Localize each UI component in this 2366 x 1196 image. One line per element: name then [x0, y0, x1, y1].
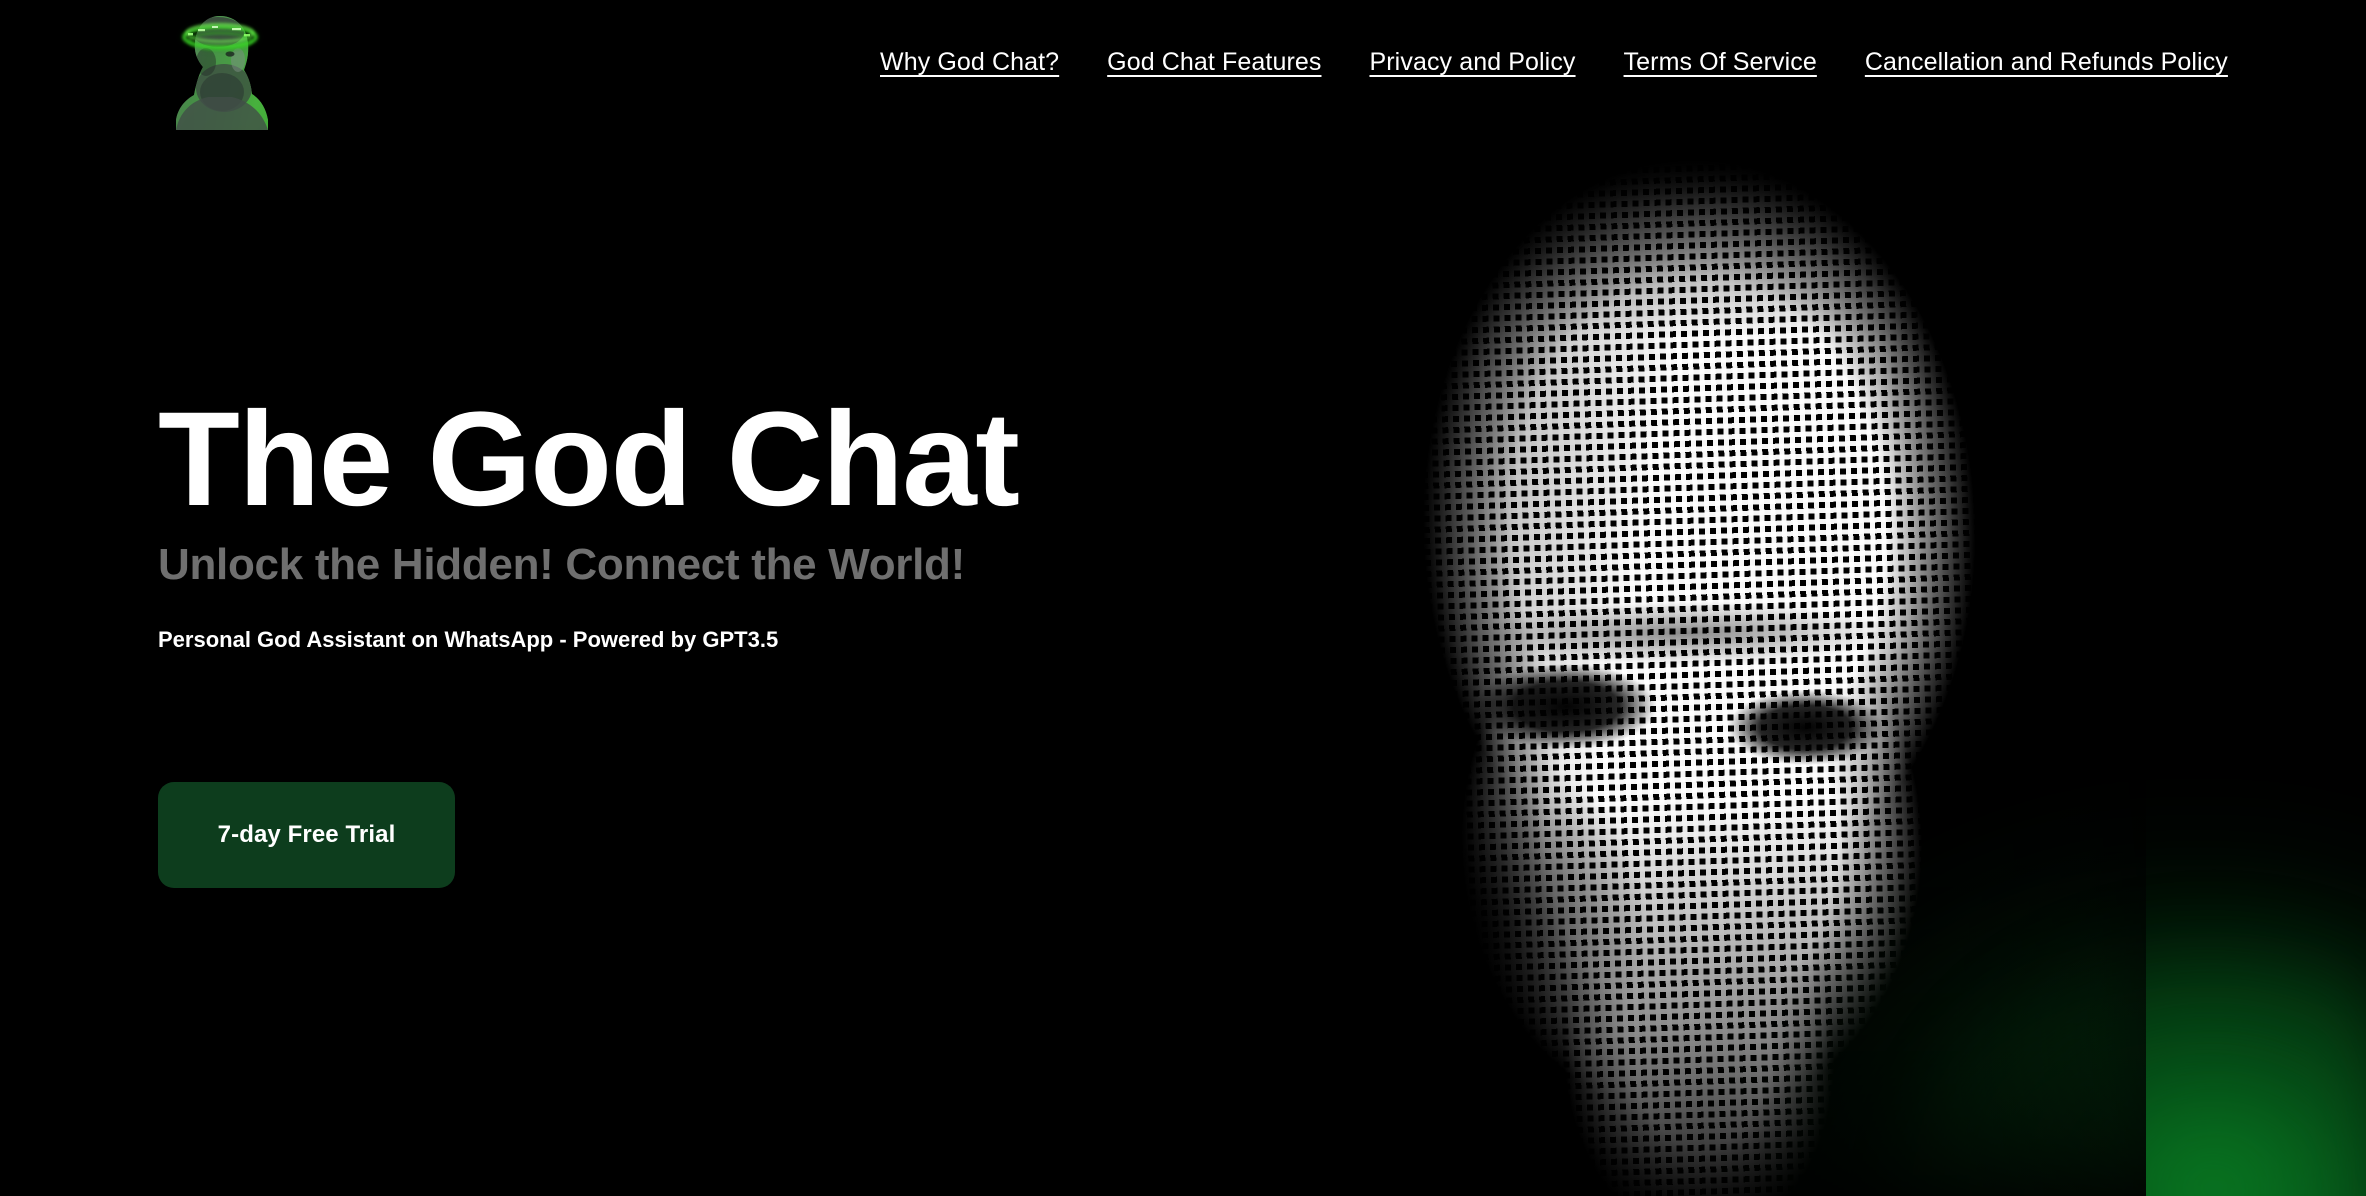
halftone-dot-grid [1207, 134, 2165, 1196]
hero-subtitle: Unlock the Hidden! Connect the World! [158, 539, 965, 589]
brand-logo[interactable] [168, 4, 272, 130]
green-glow [1406, 456, 2366, 1196]
nav-link-terms-of-service[interactable]: Terms Of Service [1624, 48, 1817, 77]
free-trial-button[interactable]: 7-day Free Trial [158, 782, 455, 888]
main-navigation: Why God Chat? God Chat Features Privacy … [880, 48, 2228, 77]
site-header: Why God Chat? God Chat Features Privacy … [0, 0, 2366, 140]
nav-link-privacy-and-policy[interactable]: Privacy and Policy [1369, 48, 1575, 77]
page-title: The God Chat [158, 385, 1020, 534]
green-glow-inner [1606, 676, 2366, 1196]
hero-tagline: Personal God Assistant on WhatsApp - Pow… [158, 627, 779, 653]
nav-link-why-god-chat[interactable]: Why God Chat? [880, 48, 1059, 77]
hero-section: The God Chat Unlock the Hidden! Connect … [158, 385, 1358, 653]
bust-shape [176, 16, 268, 130]
nav-link-cancellation-and-refunds-policy[interactable]: Cancellation and Refunds Policy [1865, 48, 2228, 77]
face-shading-overlay [1226, 150, 2146, 1196]
landing-page: Why God Chat? God Chat Features Privacy … [0, 0, 2366, 1196]
halftone-face-image [1207, 134, 2165, 1196]
nav-link-god-chat-features[interactable]: God Chat Features [1107, 48, 1321, 77]
